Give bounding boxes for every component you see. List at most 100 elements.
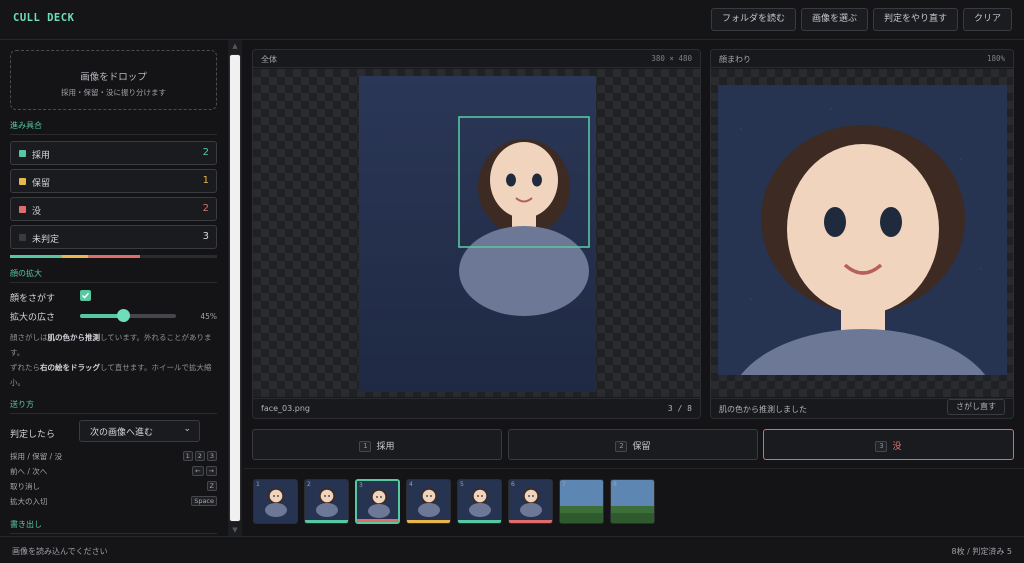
full-image-panel: 全体 380 × 480 face_03.png 3 / 8 xyxy=(252,49,701,419)
shortcut-row: 前へ / 次へ ← → xyxy=(10,466,217,478)
choose-images-button[interactable]: 画像を選ぶ xyxy=(800,8,868,31)
after-judge-select-value: 次の画像へ進む xyxy=(90,428,154,438)
thumbnail-3[interactable]: 3 xyxy=(355,479,400,524)
shortcut-label: 取り消し xyxy=(10,482,40,491)
shortcut-row: 採用 / 保留 / 没 1 2 3 xyxy=(10,451,217,463)
progress-label: 未判定 xyxy=(32,235,60,245)
shortcut-row: 取り消し Z xyxy=(10,481,217,493)
thumbnail-status-bar xyxy=(509,520,552,523)
shortcut-label: 前へ / 次へ xyxy=(10,467,48,476)
sidebar-scrollbar[interactable]: ▲ ▼ xyxy=(228,40,242,536)
face-search-checkbox[interactable] xyxy=(80,290,91,301)
progress-row-reject: 没 2 xyxy=(10,197,217,221)
shortcut-row: 拡大の入切 Space xyxy=(10,496,217,508)
thumbnail-number: 5 xyxy=(460,481,464,488)
full-image-footer: face_03.png 3 / 8 xyxy=(253,398,700,418)
drop-zone[interactable]: 画像をドロップ 採用・保留・没に振り分けます xyxy=(10,50,217,110)
drop-zone-subtitle: 採用・保留・没に振り分けます xyxy=(61,88,166,97)
face-zoom-level: 180% xyxy=(986,54,1005,63)
thumbnail-number: 1 xyxy=(256,481,260,488)
portrait-image xyxy=(359,76,596,392)
check-icon xyxy=(81,292,90,299)
thumbnail-4[interactable]: 4 xyxy=(406,479,451,524)
thumbnail-5[interactable]: 5 xyxy=(457,479,502,524)
key-cap: 3 xyxy=(875,441,888,452)
hold-button[interactable]: 2 保留 xyxy=(508,429,758,460)
progress-bar-keep xyxy=(10,255,62,258)
face-panel: 顔まわり 180% 肌の色から推測しました さがし直す xyxy=(710,49,1014,419)
reject-swatch xyxy=(19,206,26,213)
thumbnail-7[interactable]: 7 xyxy=(559,479,604,524)
progress-label: 保留 xyxy=(32,179,51,189)
redo-judgement-button[interactable]: 判定をやり直す xyxy=(872,8,958,31)
zoom-help-line-2: ずれたら右の絵をドラッグして直せます。ホイールで拡大縮小。 xyxy=(10,363,212,387)
thumbnail-status-bar xyxy=(458,520,501,523)
unjudged-swatch xyxy=(19,234,26,241)
zoom-range-value: 45% xyxy=(200,312,217,321)
progress-label: 没 xyxy=(32,207,42,217)
thumbnail-status-bar xyxy=(305,520,348,523)
status-message: 画像を読み込んでください xyxy=(12,547,108,556)
face-panel-header: 顔まわり 180% xyxy=(711,50,1013,68)
export-section-title: 書き出し xyxy=(10,519,217,534)
thumbnail-8[interactable]: 8 xyxy=(610,479,655,524)
send-section-title: 送り方 xyxy=(10,399,217,414)
scroll-down-icon[interactable]: ▼ xyxy=(228,524,242,536)
full-image-header: 全体 380 × 480 xyxy=(253,50,700,68)
key-cap: → xyxy=(205,466,217,476)
top-bar: CULL DECK フォルダを読む 画像を選ぶ 判定をやり直す クリア xyxy=(0,0,1024,40)
face-note: 肌の色から推測しました xyxy=(719,405,807,414)
progress-row-hold: 保留 1 xyxy=(10,169,217,193)
face-panel-title: 顔まわり xyxy=(719,55,751,64)
progress-label: 採用 xyxy=(32,151,51,161)
face-canvas[interactable] xyxy=(711,69,1013,397)
after-judge-select[interactable]: 次の画像へ進む ⌄ xyxy=(79,420,200,442)
zoom-help-line-1: 顔さがしは肌の色から推測しています。外れることがあります。 xyxy=(10,333,212,357)
image-dimensions: 380 × 480 xyxy=(651,54,692,63)
redo-face-search-button[interactable]: さがし直す xyxy=(947,399,1005,415)
image-canvas[interactable] xyxy=(253,69,700,397)
face-search-label: 顔をさがす xyxy=(10,294,56,304)
key-cap: Space xyxy=(191,496,217,506)
progress-row-keep: 採用 2 xyxy=(10,141,217,165)
thumbnail-number: 7 xyxy=(562,481,566,488)
key-cap: Z xyxy=(206,481,217,491)
open-folder-button[interactable]: フォルダを読む xyxy=(710,8,796,31)
status-count: 8枚 / 判定済み 5 xyxy=(951,547,1012,556)
thumbnail-1[interactable]: 1 xyxy=(253,479,298,524)
keep-button[interactable]: 1 採用 xyxy=(252,429,502,460)
thumbnail-status-bar xyxy=(357,519,398,522)
face-zoom-image xyxy=(718,85,1007,375)
clear-button[interactable]: クリア xyxy=(962,8,1012,31)
zoom-range-handle[interactable] xyxy=(117,309,131,322)
progress-bar xyxy=(10,255,140,258)
thumbnail-6[interactable]: 6 xyxy=(508,479,553,524)
progress-section-title: 進み具合 xyxy=(10,120,217,135)
image-index: 3 / 8 xyxy=(667,404,692,413)
thumbnail-number: 6 xyxy=(511,481,515,488)
progress-count: 1 xyxy=(202,175,209,186)
after-judge-label: 判定したら xyxy=(10,430,56,440)
progress-bar-reject xyxy=(88,255,140,258)
key-cap: 1 xyxy=(182,451,193,461)
reject-button[interactable]: 3没 xyxy=(763,429,1014,460)
keep-swatch xyxy=(19,150,26,157)
zoom-help-text: 顔さがしは肌の色から推測しています。外れることがあります。 ずれたら右の絵をドラ… xyxy=(10,330,217,390)
scroll-up-icon[interactable]: ▲ xyxy=(228,40,242,52)
status-bar: 画像を読み込んでください 8枚 / 判定済み 5 xyxy=(0,536,1024,563)
keep-label: 採用 xyxy=(376,442,395,452)
key-cap: 3 xyxy=(206,451,217,461)
thumbnail-status-bar xyxy=(407,520,450,523)
thumbnail-number: 3 xyxy=(359,482,363,489)
shortcut-label: 採用 / 保留 / 没 xyxy=(10,452,63,461)
key-cap: 2 xyxy=(615,441,628,452)
thumbnail-2[interactable]: 2 xyxy=(304,479,349,524)
toolbar: フォルダを読む 画像を選ぶ 判定をやり直す クリア xyxy=(710,8,1012,31)
progress-count: 2 xyxy=(202,203,209,214)
key-cap: 1 xyxy=(359,441,372,452)
key-cap: ← xyxy=(192,466,204,476)
chevron-down-icon: ⌄ xyxy=(183,424,191,434)
sidebar: 画像をドロップ 採用・保留・没に振り分けます 進み具合 採用 2 保留 1 没 … xyxy=(0,41,227,535)
scrollbar-thumb[interactable] xyxy=(229,54,241,522)
reject-label: 没 xyxy=(892,442,902,452)
